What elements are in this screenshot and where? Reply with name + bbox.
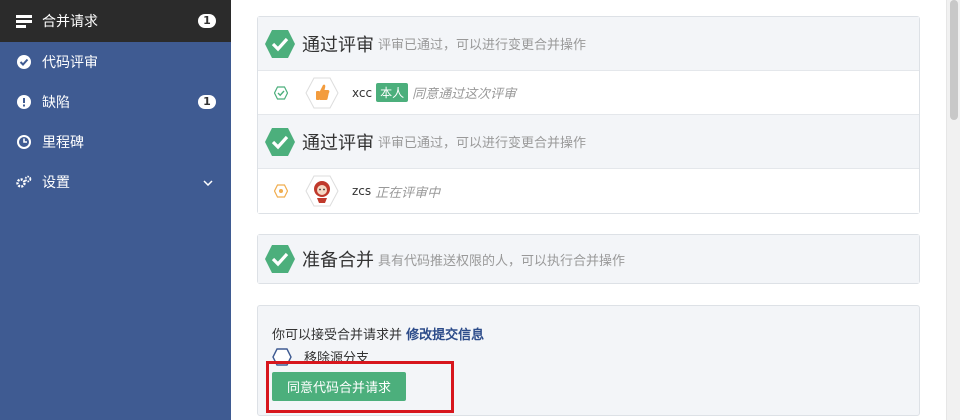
sidebar-item-issues[interactable]: 缺陷 1 [0,82,231,122]
sidebar-item-code-review[interactable]: 代码评审 [0,42,231,82]
merge-instructions: 你可以接受合并请求并 修改提交信息 [272,324,484,343]
approved-hex-icon [265,245,295,273]
gear-icon [16,174,32,190]
review-header: 通过评审 评审已通过，可以进行变更合并操作 [258,17,919,71]
sidebar-item-label: 设置 [42,175,70,191]
vertical-scrollbar[interactable] [946,0,960,420]
chevron-down-icon [203,174,213,190]
merge-text: 你可以接受合并请求并 [272,328,403,343]
review-header: 通过评审 评审已通过，可以进行变更合并操作 [258,115,919,169]
merge-panel: 你可以接受合并请求并 修改提交信息 移除源分支 同意代码合并请求 [257,305,920,416]
sidebar-item-milestones[interactable]: 里程碑 [0,122,231,162]
reviewer-row: xcc 本人 同意通过这次评审 [258,71,919,115]
approved-small-icon [272,84,290,102]
checkbox-hex-icon[interactable] [272,347,292,366]
check-circle-icon [16,54,32,70]
ready-title: 准备合并 [302,250,374,271]
sidebar-item-merge-requests[interactable]: 合并请求 1 [0,0,231,42]
approved-hex-icon [265,29,295,58]
count-badge: 1 [198,14,216,28]
pending-small-icon [272,182,290,200]
reviewer-row: zcs 正在评审中 [258,169,919,213]
review-status: 正在评审中 [375,185,441,201]
reviewer-name[interactable]: zcs [352,184,371,198]
review-description: 评审已通过，可以进行变更合并操作 [378,38,587,53]
sidebar-item-label: 里程碑 [42,135,84,151]
approved-hex-icon [265,127,295,156]
reviewer-name[interactable]: xcc [352,86,372,100]
sidebar-item-label: 代码评审 [42,55,98,71]
accept-merge-button[interactable]: 同意代码合并请求 [272,372,406,401]
sidebar: 合并请求 1 代码评审 缺陷 1 里程碑 设置 [0,0,231,420]
review-title: 通过评审 [302,132,374,154]
list-icon [16,13,32,29]
remove-source-branch-option[interactable]: 移除源分支 [272,347,369,366]
review-title: 通过评审 [302,34,374,56]
clock-icon [16,134,32,150]
edit-commit-message-link[interactable]: 修改提交信息 [406,328,484,343]
sidebar-item-label: 合并请求 [42,14,98,30]
review-description: 评审已通过，可以进行变更合并操作 [378,136,587,151]
scrollbar-thumb[interactable] [950,0,958,120]
remove-branch-label: 移除源分支 [304,351,370,366]
ready-panel: 准备合并 具有代码推送权限的人，可以执行合并操作 [257,234,920,284]
ready-header: 准备合并 具有代码推送权限的人，可以执行合并操作 [258,235,919,283]
exclamation-icon [16,94,32,110]
count-badge: 1 [198,95,216,109]
user-avatar [304,173,340,209]
thumbs-up-avatar [304,75,340,111]
ready-description: 具有代码推送权限的人，可以执行合并操作 [378,253,626,269]
sidebar-item-settings[interactable]: 设置 [0,162,231,202]
owner-badge: 本人 [376,83,409,102]
sidebar-item-label: 缺陷 [42,95,70,111]
review-panel: 通过评审 评审已通过，可以进行变更合并操作 xcc 本人 同意通过这次评审 通过… [257,16,920,214]
review-status: 同意通过这次评审 [412,87,517,102]
